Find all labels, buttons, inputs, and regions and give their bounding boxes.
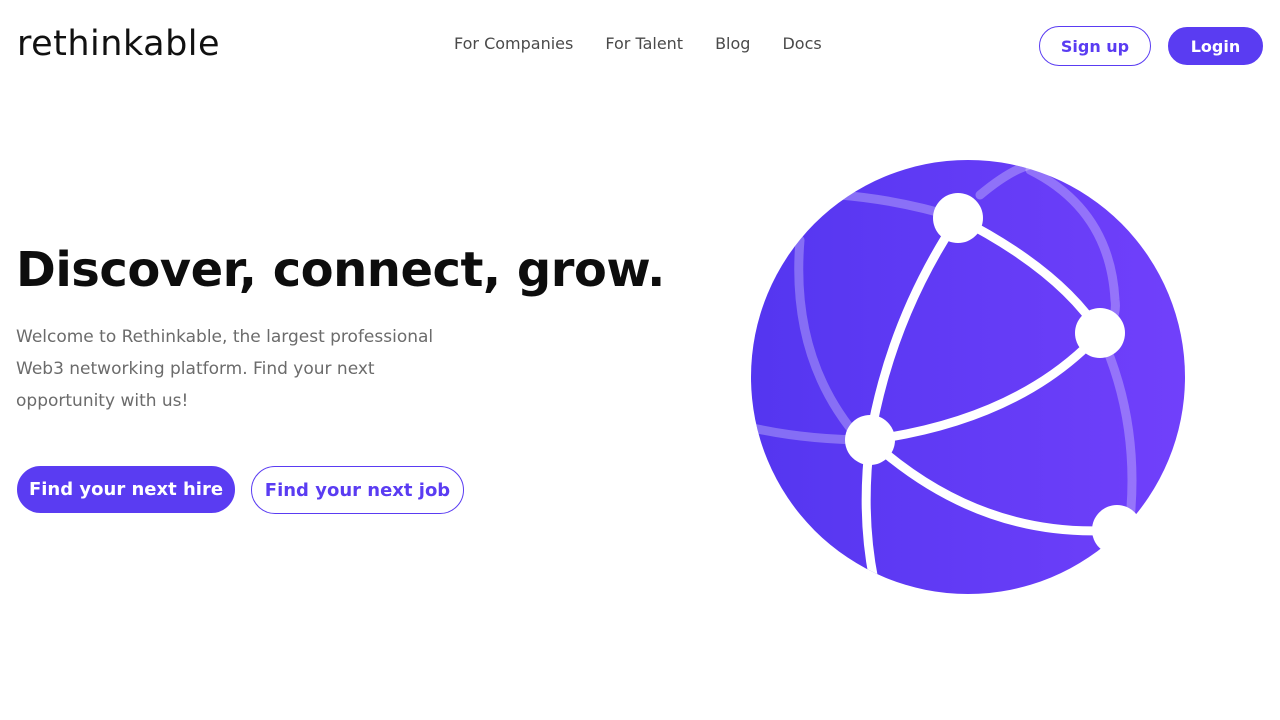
find-next-hire-button[interactable]: Find your next hire — [17, 466, 235, 513]
main-nav: For Companies For Talent Blog Docs — [454, 33, 822, 55]
network-node — [1075, 308, 1125, 358]
nav-for-talent[interactable]: For Talent — [605, 33, 683, 55]
page: rethinkable For Companies For Talent Blo… — [0, 0, 1280, 720]
hero-title: Discover, connect, grow. — [16, 242, 665, 298]
login-button[interactable]: Login — [1168, 27, 1263, 65]
network-node — [845, 415, 895, 465]
nav-docs[interactable]: Docs — [782, 33, 821, 55]
logo[interactable]: rethinkable — [17, 22, 220, 66]
find-next-job-button[interactable]: Find your next job — [251, 466, 464, 514]
network-node — [1092, 505, 1142, 555]
nav-blog[interactable]: Blog — [715, 33, 750, 55]
nav-for-companies[interactable]: For Companies — [454, 33, 573, 55]
network-globe-icon — [751, 160, 1185, 594]
network-node — [933, 193, 983, 243]
hero-description: Welcome to Rethinkable, the largest prof… — [16, 327, 434, 411]
signup-button[interactable]: Sign up — [1039, 26, 1151, 66]
